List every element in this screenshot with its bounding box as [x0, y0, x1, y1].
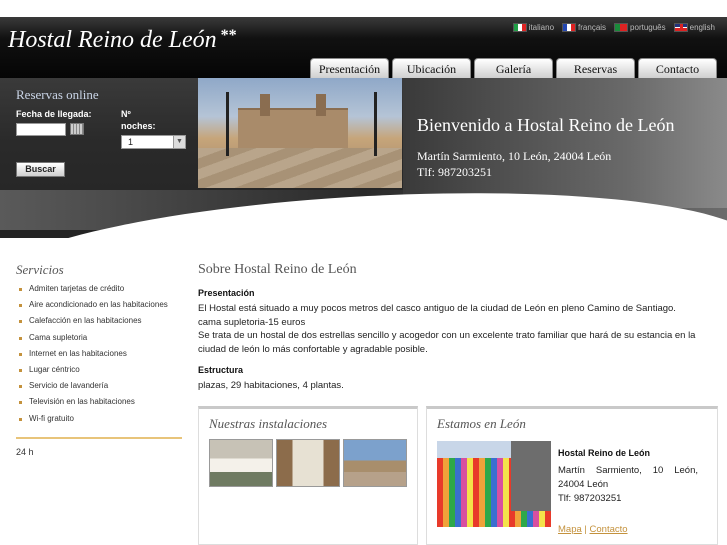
language-portugues[interactable]: português [614, 23, 666, 32]
sidebar: Servicios Admiten tarjetas de crédito Ai… [16, 262, 182, 457]
contact-address-line: Martín Sarmiento, 10 León, 24004 León [558, 465, 698, 490]
main-content: Sobre Hostal Reino de León Presentación … [198, 262, 718, 393]
arrival-date-label: Fecha de llegada: [16, 109, 92, 119]
sidebar-divider [16, 436, 182, 439]
structure-heading: Estructura [198, 365, 244, 375]
chevron-down-icon: ▼ [173, 136, 185, 148]
info-boxes: Nuestras instalaciones Estamos en León H… [198, 406, 718, 545]
nights-label-line1: Nº [121, 109, 131, 119]
leon-building-photo[interactable] [437, 441, 551, 527]
language-label: português [630, 23, 666, 32]
plaza-mayor-photo [198, 78, 402, 188]
services-list: Admiten tarjetas de crédito Aire acondic… [16, 281, 182, 427]
nav-tab-presentacion[interactable]: Presentación [310, 58, 389, 78]
nights-label-line2: noches: [121, 121, 156, 131]
contact-address: Martín Sarmiento, 10 León, 24004 León Tl… [558, 464, 698, 506]
facilities-box: Nuestras instalaciones [198, 406, 418, 545]
presentation-text: El Hostal está situado a muy pocos metro… [198, 302, 718, 356]
presentation-line: cama supletoria-15 euros [198, 316, 306, 328]
banner-address-line: Martín Sarmiento, 10 León, 24004 León [417, 149, 612, 163]
banner: Reservas online Fecha de llegada: Nº noc… [0, 78, 727, 238]
location-title: Estamos en León [437, 416, 526, 431]
service-item: Admiten tarjetas de crédito [16, 281, 182, 297]
contact-link[interactable]: Contacto [590, 524, 628, 535]
nav-tab-contacto[interactable]: Contacto [638, 58, 717, 78]
contact-links: Mapa | Contacto [558, 524, 628, 535]
site-title[interactable]: Hostal Reino de León ** [8, 27, 237, 54]
nights-value: 1 [128, 137, 134, 147]
presentation-heading: Presentación [198, 288, 255, 298]
banner-phone-line: Tlf: 987203251 [417, 165, 492, 179]
service-item: Calefacción en las habitaciones [16, 313, 182, 329]
calendar-icon[interactable] [70, 123, 84, 135]
booking-title: Reservas online [16, 87, 99, 102]
facility-thumbnail[interactable] [209, 439, 273, 487]
facilities-title: Nuestras instalaciones [209, 416, 328, 431]
facility-thumbnail[interactable] [276, 439, 340, 487]
photo-building [238, 108, 348, 148]
service-item: Cama supletoria [16, 330, 182, 346]
language-label: english [689, 23, 715, 32]
structure-text: plazas, 29 habitaciones, 4 plantas. [198, 380, 344, 391]
nights-select[interactable]: 1 ▼ [121, 135, 186, 149]
language-italiano[interactable]: italiano [512, 23, 555, 32]
page: Hostal Reino de León ** italiano français… [0, 0, 727, 545]
banner-shade [403, 78, 727, 208]
arrival-date-input[interactable] [16, 123, 66, 136]
nav-tab-reservas[interactable]: Reservas [556, 58, 635, 78]
star-rating: ** [220, 27, 237, 44]
nav-tab-galeria[interactable]: Galería [474, 58, 553, 78]
service-item: Aire acondicionado en las habitaciones [16, 297, 182, 313]
contact-hostel-name: Hostal Reino de León [558, 448, 651, 458]
location-box: Estamos en León Hostal Reino de León Mar… [426, 406, 718, 545]
language-switcher: italiano français português english [512, 23, 715, 32]
contact-phone: Tlf: 987203251 [558, 493, 622, 504]
site-header: Hostal Reino de León ** italiano français… [0, 17, 727, 78]
service-item: Lugar céntrico [16, 362, 182, 378]
link-separator: | [584, 524, 587, 535]
photo-building-block [511, 441, 551, 511]
search-button[interactable]: Buscar [16, 162, 65, 177]
service-item: Servicio de lavandería [16, 378, 182, 394]
map-link[interactable]: Mapa [558, 524, 582, 535]
page-title: Sobre Hostal Reino de León [198, 262, 357, 277]
service-item: Televisión en las habitaciones [16, 394, 182, 410]
presentation-line: El Hostal está situado a muy pocos metro… [198, 303, 676, 314]
photo-tower [260, 94, 270, 116]
flag-portugal-icon [614, 23, 629, 32]
service-item: Wi-fi gratuito [16, 411, 182, 427]
flag-uk-icon [673, 23, 688, 32]
welcome-heading: Bienvenido a Hostal Reino de León [417, 115, 675, 135]
presentation-line: Se trata de un hostal de dos estrellas s… [198, 330, 696, 355]
language-francais[interactable]: français [562, 23, 606, 32]
language-english[interactable]: english [673, 23, 715, 32]
services-title: Servicios [16, 262, 64, 277]
site-title-text: Hostal Reino de León [8, 27, 217, 53]
banner-address: Martín Sarmiento, 10 León, 24004 León Tl… [417, 148, 611, 180]
facility-thumbnail[interactable] [343, 439, 407, 487]
photo-lamppost [226, 92, 229, 156]
photo-tower [316, 94, 326, 116]
sidebar-footer-text: 24 h [16, 446, 34, 457]
service-item: Internet en las habitaciones [16, 346, 182, 362]
main-nav: Presentación Ubicación Galería Reservas … [310, 58, 717, 78]
language-label: français [578, 23, 607, 32]
language-label: italiano [528, 23, 555, 32]
nav-tab-ubicacion[interactable]: Ubicación [392, 58, 471, 78]
photo-lamppost [374, 92, 377, 156]
flag-italy-icon [512, 23, 527, 32]
flag-france-icon [562, 23, 577, 32]
